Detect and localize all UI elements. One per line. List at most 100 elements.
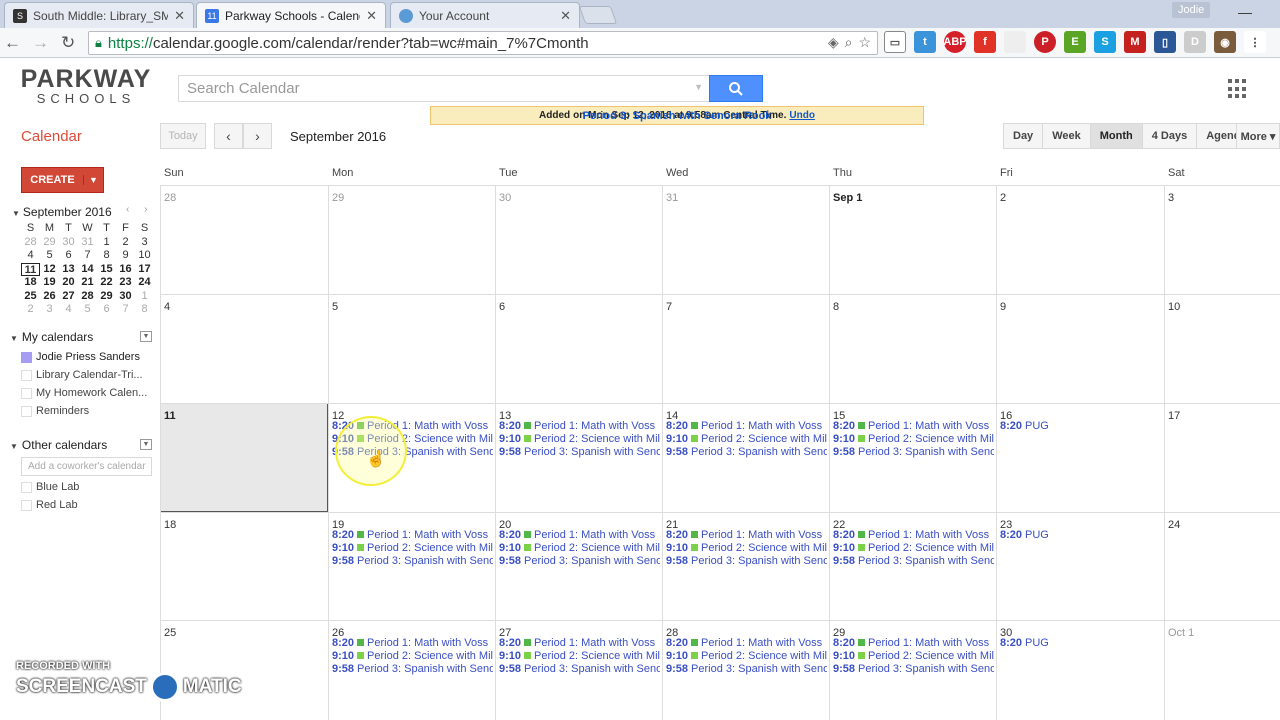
calendar-color-swatch[interactable] xyxy=(21,405,32,417)
my-calendars-header[interactable]: ▼ My calendars xyxy=(10,330,93,344)
reload-icon[interactable]: ↻ xyxy=(61,33,75,53)
forward-arrow-icon[interactable]: → xyxy=(32,33,49,53)
calendar-item-homework[interactable]: My Homework Calen... xyxy=(21,385,153,401)
day-number[interactable]: Oct 1 xyxy=(1168,627,1194,639)
mini-calendar-day[interactable]: 30 xyxy=(116,290,135,304)
day-number[interactable]: 17 xyxy=(1168,410,1180,422)
mini-calendar-day[interactable]: 3 xyxy=(40,303,59,317)
close-tab-icon[interactable]: ✕ xyxy=(560,8,571,24)
mini-calendar-day[interactable]: 2 xyxy=(116,236,135,250)
mini-calendar-day[interactable]: 2 xyxy=(21,303,40,317)
collapse-triangle-icon[interactable]: ▼ xyxy=(10,334,18,343)
apps-grid-icon[interactable] xyxy=(1228,79,1248,99)
calendar-event[interactable]: 8:20 Period 1: Math with Voss xyxy=(666,636,827,649)
new-tab-button[interactable] xyxy=(578,6,618,24)
calendar-event[interactable]: 9:10 Period 2: Science with Miller xyxy=(332,541,493,554)
mini-calendar-day[interactable]: 10 xyxy=(135,249,154,263)
mini-calendar-day[interactable]: 22 xyxy=(97,276,116,290)
mini-calendar-day[interactable]: 7 xyxy=(78,249,97,263)
mini-calendar-day[interactable]: 16 xyxy=(116,263,135,277)
add-coworker-input[interactable]: Add a coworker's calendar xyxy=(21,457,152,476)
calendar-event[interactable]: 8:20 Period 1: Math with Voss xyxy=(499,419,660,432)
extension-diamond-icon[interactable]: ◈ xyxy=(828,34,839,51)
calendar-event[interactable]: 9:58Period 3: Spanish with Senora Rook xyxy=(833,662,994,675)
day-number[interactable]: 28 xyxy=(164,192,176,204)
browser-tab-library[interactable]: S South Middle: Library_SM ✕ xyxy=(4,2,194,28)
mini-calendar-day[interactable]: 12 xyxy=(40,263,59,277)
notification-event-link[interactable]: Period 3: Spanish with Senora Rook xyxy=(583,109,772,122)
mini-calendar-day[interactable]: 7 xyxy=(116,303,135,317)
day-number[interactable]: 6 xyxy=(499,301,505,313)
mini-calendar-day[interactable]: 25 xyxy=(21,290,40,304)
today-button[interactable]: Today xyxy=(160,123,206,149)
view-week-button[interactable]: Week xyxy=(1042,123,1091,149)
mini-calendar-day[interactable]: 23 xyxy=(116,276,135,290)
calendar-event[interactable]: 8:20 Period 1: Math with Voss xyxy=(833,636,994,649)
mini-calendar-day[interactable]: 24 xyxy=(135,276,154,290)
my-calendars-menu-icon[interactable]: ▼ xyxy=(140,331,152,342)
calendar-color-swatch[interactable] xyxy=(21,481,32,493)
calendar-event[interactable]: 9:58Period 3: Spanish with Senora Rook xyxy=(666,445,827,458)
calendar-color-swatch[interactable] xyxy=(21,351,32,363)
day-number[interactable]: 24 xyxy=(1168,519,1180,531)
calendar-event[interactable]: 9:10 Period 2: Science with Miller xyxy=(833,432,994,445)
calendar-event[interactable]: 9:58Period 3: Spanish with Senora Rook xyxy=(499,662,660,675)
calendar-color-swatch[interactable] xyxy=(21,499,32,511)
calendar-item-reminders[interactable]: Reminders xyxy=(21,403,153,419)
day-number[interactable]: 31 xyxy=(666,192,678,204)
mini-calendar-day[interactable]: 17 xyxy=(135,263,154,277)
mini-calendar-day[interactable]: 18 xyxy=(21,276,40,290)
calendar-event[interactable]: 9:58Period 3: Spanish with Senora Rook xyxy=(833,445,994,458)
mini-calendar-day[interactable]: 21 xyxy=(78,276,97,290)
mini-calendar-day[interactable]: 26 xyxy=(40,290,59,304)
mini-calendar-day[interactable]: 5 xyxy=(40,249,59,263)
blank-extension-icon[interactable] xyxy=(1004,31,1026,53)
close-tab-icon[interactable]: ✕ xyxy=(174,8,185,24)
calendar-event[interactable]: 9:10 Period 2: Science with Miller xyxy=(833,541,994,554)
adblock-icon[interactable]: ABP xyxy=(943,31,967,53)
calendar-event[interactable]: 8:20 Period 1: Math with Voss xyxy=(666,419,827,432)
day-number[interactable]: 3 xyxy=(1168,192,1174,204)
calendar-event-pug[interactable]: 8:20 PUG xyxy=(1000,528,1150,541)
calendar-event[interactable]: 9:10 Period 2: Science with Miller xyxy=(833,649,994,662)
mini-calendar-day[interactable]: 27 xyxy=(59,290,78,304)
mini-calendar-day[interactable]: 8 xyxy=(135,303,154,317)
create-dropdown-icon[interactable]: ▼ xyxy=(83,175,103,185)
undo-link[interactable]: Undo xyxy=(789,110,815,121)
calendar-item-jodie[interactable]: Jodie Priess Sanders xyxy=(21,349,153,365)
mini-calendar-nav[interactable]: ‹ › xyxy=(126,204,153,215)
evernote-icon[interactable]: E xyxy=(1064,31,1086,53)
mini-calendar-day[interactable]: 13 xyxy=(59,263,78,277)
reader-icon[interactable]: ▯ xyxy=(1154,31,1176,53)
mini-calendar-day[interactable]: 29 xyxy=(40,236,59,250)
calendar-event[interactable]: 8:20 Period 1: Math with Voss xyxy=(833,419,994,432)
search-options-icon[interactable]: ▼ xyxy=(694,82,703,92)
prev-button[interactable]: ‹ xyxy=(214,123,243,149)
back-arrow-icon[interactable]: ← xyxy=(4,33,21,53)
mini-calendar-day[interactable]: 6 xyxy=(59,249,78,263)
mini-calendar-day[interactable]: 30 xyxy=(59,236,78,250)
calendar-item-red-lab[interactable]: Red Lab xyxy=(21,497,153,513)
calendar-event[interactable]: 8:20 Period 1: Math with Voss xyxy=(332,528,493,541)
calendar-item-blue-lab[interactable]: Blue Lab xyxy=(21,479,153,495)
calendar-event[interactable]: 9:10 Period 2: Science with Miller xyxy=(666,432,827,445)
search-button[interactable] xyxy=(709,75,763,102)
search-input[interactable]: Search Calendar ▼ xyxy=(178,75,710,102)
mini-calendar-day[interactable]: 4 xyxy=(59,303,78,317)
calendar-event[interactable]: 9:58Period 3: Spanish with Senora Rook xyxy=(666,662,827,675)
mini-calendar-day[interactable]: 29 xyxy=(97,290,116,304)
mini-calendar-day[interactable]: 14 xyxy=(78,263,97,277)
day-number[interactable]: Sep 1 xyxy=(833,192,862,204)
day-number[interactable]: 30 xyxy=(499,192,511,204)
calendar-event-pug[interactable]: 8:20 PUG xyxy=(1000,419,1150,432)
mini-calendar-day[interactable]: 28 xyxy=(21,236,40,250)
mini-calendar-day[interactable]: 28 xyxy=(78,290,97,304)
day-number[interactable]: 18 xyxy=(164,519,176,531)
mini-calendar-day[interactable]: 5 xyxy=(78,303,97,317)
mini-calendar-day[interactable]: 6 xyxy=(97,303,116,317)
calendar-event-pug[interactable]: 8:20 PUG xyxy=(1000,636,1150,649)
instagram-icon[interactable]: ◉ xyxy=(1214,31,1236,53)
other-calendars-header[interactable]: ▼ Other calendars xyxy=(10,438,107,452)
calendar-event[interactable]: 9:58Period 3: Spanish with Senora Rook xyxy=(833,554,994,567)
mini-calendar-day[interactable]: 1 xyxy=(135,290,154,304)
